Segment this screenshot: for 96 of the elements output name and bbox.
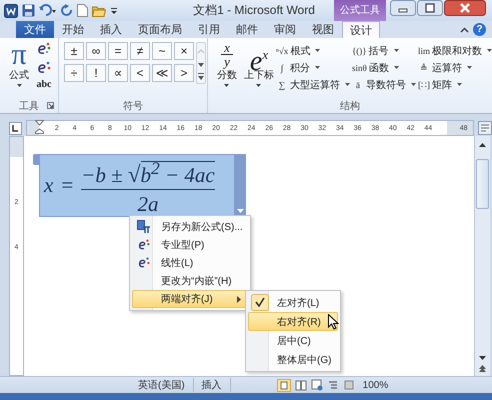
structure-button[interactable]: e$^{x}$ 上下标 xyxy=(244,41,274,87)
menu-item[interactable]: 居中(C) xyxy=(248,331,338,350)
normal-text-button[interactable]: abc xyxy=(36,79,52,90)
caret-icon xyxy=(237,209,244,213)
tab-selector-icon[interactable] xyxy=(9,122,22,134)
symbol-button[interactable]: × xyxy=(174,42,194,60)
caret-icon xyxy=(315,49,320,52)
ribbon-tab[interactable]: 视图 xyxy=(304,21,342,38)
symbol-button[interactable]: = xyxy=(108,42,128,60)
structure-menu-button[interactable]: ≜ 运算符 xyxy=(418,59,492,76)
structure-menu-button[interactable]: [∷] 矩阵 xyxy=(418,76,492,93)
equation-button[interactable]: π 公式 xyxy=(4,41,34,87)
symbol-button[interactable]: ∝ xyxy=(108,64,128,82)
dialog-launcher-icon[interactable] xyxy=(47,102,54,109)
maximize-button[interactable] xyxy=(417,0,443,16)
formula-icon[interactable] xyxy=(36,41,52,57)
help-icon[interactable]: ? xyxy=(473,23,486,36)
menu-item[interactable]: 右对齐(R) xyxy=(248,312,338,331)
symbol-button[interactable]: < xyxy=(130,64,150,82)
print-layout-icon[interactable] xyxy=(276,378,291,392)
customize-caret-icon[interactable] xyxy=(110,6,118,16)
previous-page-icon[interactable] xyxy=(478,363,487,373)
menu-item[interactable]: 两端对齐(J) xyxy=(132,290,248,308)
caret-icon xyxy=(16,84,22,87)
ribbon-tab[interactable]: 开始 xyxy=(54,21,92,38)
menu-item[interactable]: 更改为“内嵌”(H) xyxy=(132,272,248,290)
structure-menu-button[interactable]: ⁿ√x 根式 xyxy=(276,42,350,59)
close-button[interactable] xyxy=(444,0,486,16)
contextual-tab-label: 公式工具 xyxy=(334,0,386,21)
caret-icon xyxy=(456,83,462,86)
caret-icon xyxy=(466,66,472,69)
symbol-button[interactable]: > xyxy=(174,64,194,82)
caret-icon xyxy=(314,66,320,69)
formula-icon[interactable] xyxy=(36,60,52,76)
ribbon-tab[interactable]: 页面布局 xyxy=(130,21,190,38)
symbol-button[interactable]: ~ xyxy=(152,42,172,60)
group-label: 符号 xyxy=(123,100,143,112)
caret-icon xyxy=(344,83,350,86)
structure-menu-button[interactable]: ä 导数符号 xyxy=(352,76,416,93)
save-icon[interactable] xyxy=(22,4,35,17)
ribbon-tab[interactable]: 插入 xyxy=(92,21,130,38)
reading-layout-icon[interactable] xyxy=(294,379,307,391)
structure-menu-button[interactable]: lim 极限和对数 xyxy=(418,42,492,59)
structure-button[interactable]: x y 分数 xyxy=(212,41,242,87)
equation-options-button[interactable] xyxy=(235,154,246,217)
symbol-button[interactable]: ÷ xyxy=(64,64,84,82)
structure-menu-button[interactable]: sinθ 函数 xyxy=(352,59,416,76)
caret-icon xyxy=(394,66,399,69)
equation-handle[interactable] xyxy=(33,154,39,165)
zoom-level[interactable]: 100% xyxy=(362,380,388,390)
ribbon-tab[interactable]: 审阅 xyxy=(266,21,304,38)
ribbon-tab[interactable]: 邮件 xyxy=(228,21,266,38)
draft-icon[interactable] xyxy=(342,379,355,391)
word-logo-icon[interactable] xyxy=(4,4,18,18)
menu-item[interactable]: 整体居中(G) xyxy=(248,350,338,369)
menu-item[interactable]: 左对齐(L) xyxy=(248,293,338,312)
group-label: 结构 xyxy=(340,100,360,112)
caret-icon xyxy=(487,49,492,52)
structure-menu-button[interactable]: {()} 括号 xyxy=(352,42,416,59)
symbol-button[interactable]: ± xyxy=(64,42,84,60)
redo-icon[interactable] xyxy=(61,4,73,17)
window-title: 文档1 - Microsoft Word xyxy=(192,2,316,19)
vertical-scrollbar[interactable] xyxy=(474,136,490,376)
symbol-button[interactable]: ∞ xyxy=(86,42,106,60)
ribbon-tab[interactable]: 引用 xyxy=(190,21,228,38)
formula-icon xyxy=(137,256,151,270)
status-item[interactable]: 英语(美国) xyxy=(130,378,194,392)
structure-menu-button[interactable]: ∑ 大型运算符 xyxy=(276,76,350,93)
document-icon xyxy=(137,220,151,234)
status-item[interactable]: 插入 xyxy=(194,378,231,392)
menu-item[interactable]: 专业型(P) xyxy=(132,236,248,254)
group-label: 工具 xyxy=(19,100,40,112)
caret-icon xyxy=(224,84,230,87)
menu-item[interactable]: 另存为新公式(S)... xyxy=(132,218,248,236)
caret-icon xyxy=(410,83,416,86)
new-document-icon[interactable] xyxy=(77,4,88,17)
ribbon-tab[interactable]: 设计 xyxy=(342,21,380,38)
menu-item[interactable]: 线性(L) xyxy=(132,254,248,272)
outline-icon[interactable] xyxy=(326,379,339,391)
web-layout-icon[interactable] xyxy=(310,379,323,391)
equation[interactable]: x = −b ± √b$^{2}$ − 4ac 2a xyxy=(39,154,235,217)
symbol-button[interactable]: ≠ xyxy=(130,42,150,60)
mouse-pointer-icon xyxy=(328,314,339,330)
undo-icon[interactable] xyxy=(39,4,57,17)
collapse-ribbon-icon[interactable] xyxy=(460,27,469,33)
caret-icon xyxy=(256,84,262,87)
caret-icon xyxy=(394,49,399,52)
scroll-thumb[interactable] xyxy=(476,159,489,209)
minimize-button[interactable] xyxy=(390,0,416,16)
ribbon-tab[interactable]: 文件 xyxy=(16,21,54,38)
symbol-button[interactable]: ! xyxy=(86,64,106,82)
view-ruler-icon[interactable] xyxy=(478,121,492,135)
indent-marker-icon[interactable] xyxy=(35,120,44,134)
symbol-button[interactable]: ≪ xyxy=(152,64,172,82)
formula-icon xyxy=(137,238,151,252)
structure-menu-button[interactable]: ∫ 积分 xyxy=(276,59,350,76)
